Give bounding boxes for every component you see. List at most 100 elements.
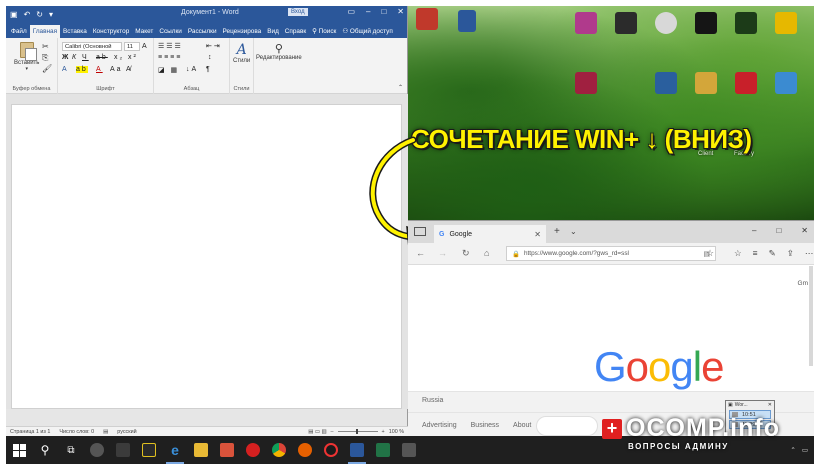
taskbar-edge[interactable]: e <box>162 436 188 464</box>
tab-home[interactable]: Главная <box>29 25 61 38</box>
strikethrough-button[interactable]: ab <box>96 54 108 61</box>
reading-list-icon[interactable]: ≡ <box>753 248 758 259</box>
shading-icon[interactable]: ◪ ▦ <box>158 66 179 74</box>
taskbar-app-2[interactable] <box>110 436 136 464</box>
sort-icon[interactable]: ↓A <box>186 66 198 73</box>
app-icon-7[interactable] <box>655 72 677 94</box>
font-color-icon[interactable]: A <box>96 66 103 73</box>
favorites-icon[interactable]: ☆ <box>734 248 742 259</box>
back-icon[interactable]: ← <box>416 248 425 258</box>
tab-design[interactable]: Конструктор <box>90 28 132 38</box>
close-button[interactable]: ✕ <box>397 7 404 16</box>
document-page[interactable] <box>11 104 402 409</box>
network-icon[interactable]: ▭ <box>802 446 808 454</box>
gauge-icon[interactable] <box>655 12 677 34</box>
highlight-icon[interactable]: ab <box>76 66 88 73</box>
italic-button[interactable]: К <box>72 54 78 61</box>
paste-button[interactable]: Вставить ▾ <box>14 42 39 72</box>
winrar-icon[interactable] <box>416 8 438 30</box>
proofing-icon[interactable]: ▤ <box>103 429 108 435</box>
page-count[interactable]: Страница 1 из 1 <box>10 429 50 435</box>
url-input[interactable]: 🔒 https://www.google.com/?gws_rd=ssl ▤ <box>506 246 716 261</box>
zoom-out-button[interactable]: – <box>331 429 334 435</box>
taskbar-chrome[interactable] <box>266 436 292 464</box>
tab-review[interactable]: Рецензирова <box>220 28 265 38</box>
taskbar-firefox[interactable] <box>292 436 318 464</box>
app-icon-6[interactable] <box>575 72 597 94</box>
tab-insert[interactable]: Вставка <box>60 28 90 38</box>
zoom-in-button[interactable]: + <box>382 429 385 435</box>
tabs-aside-icon[interactable] <box>414 227 426 236</box>
font-name-box[interactable]: Calibri (Основной <box>62 42 122 51</box>
app-icon-5[interactable] <box>775 12 797 34</box>
signin-button[interactable]: Вход <box>288 8 308 16</box>
share-icon[interactable]: ⇪ <box>787 248 794 259</box>
zoom-slider[interactable] <box>337 429 378 434</box>
format-painter-icon[interactable]: 🖌 <box>42 64 52 73</box>
zoom-level[interactable]: 100 % <box>389 429 404 435</box>
subscript-button[interactable]: x₂ <box>114 54 124 61</box>
taskbar-excel[interactable] <box>370 436 396 464</box>
bold-button[interactable]: Ж <box>62 54 70 61</box>
tray-chevron-icon[interactable]: ⌃ <box>790 446 795 454</box>
change-case-icon[interactable]: Aa <box>110 66 123 73</box>
editing-button[interactable]: ⚲ Редактирование <box>256 42 302 61</box>
forward-icon[interactable]: → <box>438 248 447 258</box>
cut-icon[interactable]: ✂ <box>42 42 49 51</box>
tab-mailings[interactable]: Рассылки <box>185 28 220 38</box>
collapse-ribbon-icon[interactable]: ⌃ <box>398 84 403 91</box>
app-icon-1[interactable] <box>575 12 597 34</box>
minimize-button[interactable]: – <box>366 7 370 16</box>
tab-view[interactable]: Вид <box>264 28 282 38</box>
text-effects-icon[interactable]: A <box>62 66 69 73</box>
tab-file[interactable]: Файл <box>8 28 30 38</box>
edge-maximize-button[interactable]: □ <box>776 226 781 235</box>
tell-me-search[interactable]: ⚲ Поиск <box>309 27 339 38</box>
taskbar-yandex[interactable] <box>318 436 344 464</box>
gmail-link[interactable]: Gm <box>798 280 808 287</box>
search-button[interactable]: ⚲ <box>32 436 58 464</box>
taskbar-opera[interactable] <box>240 436 266 464</box>
tab-layout[interactable]: Макет <box>132 28 156 38</box>
app-icon-9[interactable] <box>735 72 757 94</box>
word-doc-icon[interactable] <box>458 10 476 32</box>
taskbar-app-4[interactable] <box>214 436 240 464</box>
edge-close-button[interactable]: ✕ <box>801 226 808 235</box>
underline-button[interactable]: Ч <box>82 54 89 61</box>
favorite-star-icon[interactable]: ☆ <box>706 248 714 259</box>
language[interactable]: русский <box>117 429 136 435</box>
scrollbar[interactable] <box>809 266 813 366</box>
undo-icon[interactable]: ↶ <box>24 10 31 19</box>
clear-format-icon[interactable]: A̸ <box>126 66 133 73</box>
font-size-box[interactable]: 11 <box>124 42 140 51</box>
copy-icon[interactable]: ⎘ <box>42 53 48 63</box>
taskbar-explorer[interactable] <box>188 436 214 464</box>
superscript-button[interactable]: x² <box>128 54 138 61</box>
word-count[interactable]: Число слов: 0 <box>59 429 94 435</box>
redo-icon[interactable]: ↻ <box>36 10 43 19</box>
home-icon[interactable]: ⌂ <box>484 248 489 258</box>
taskbar-app-3[interactable] <box>136 436 162 464</box>
styles-button[interactable]: A Стили <box>233 42 250 64</box>
close-tab-icon[interactable]: ✕ <box>534 230 541 239</box>
customize-icon[interactable]: ▾ <box>49 10 53 19</box>
task-view-button[interactable]: ⧉ <box>58 436 84 464</box>
edge-tab-google[interactable]: G Google ✕ <box>434 225 546 243</box>
indent-icon[interactable]: ⇤⇥ <box>206 42 222 50</box>
start-button[interactable] <box>6 436 32 464</box>
refresh-icon[interactable]: ↻ <box>462 248 470 259</box>
app-icon-8[interactable] <box>695 72 717 94</box>
footer-search-box[interactable] <box>536 416 598 436</box>
view-icons[interactable]: ▤ ▭ ▥ <box>308 429 326 435</box>
tab-help[interactable]: Справк <box>282 28 309 38</box>
app-icon-2[interactable] <box>615 12 637 34</box>
new-tab-icon[interactable]: + <box>554 226 560 237</box>
preview-close-icon[interactable]: ✕ <box>768 402 772 408</box>
footer-link-business[interactable]: Business <box>471 422 499 429</box>
edge-minimize-button[interactable]: – <box>752 226 756 235</box>
maximize-button[interactable]: □ <box>381 7 386 16</box>
taskbar-app-1[interactable] <box>84 436 110 464</box>
pilcrow-icon[interactable]: ¶ <box>206 66 212 73</box>
footer-link-advertising[interactable]: Advertising <box>422 422 457 429</box>
footer-link-about[interactable]: About <box>513 422 531 429</box>
